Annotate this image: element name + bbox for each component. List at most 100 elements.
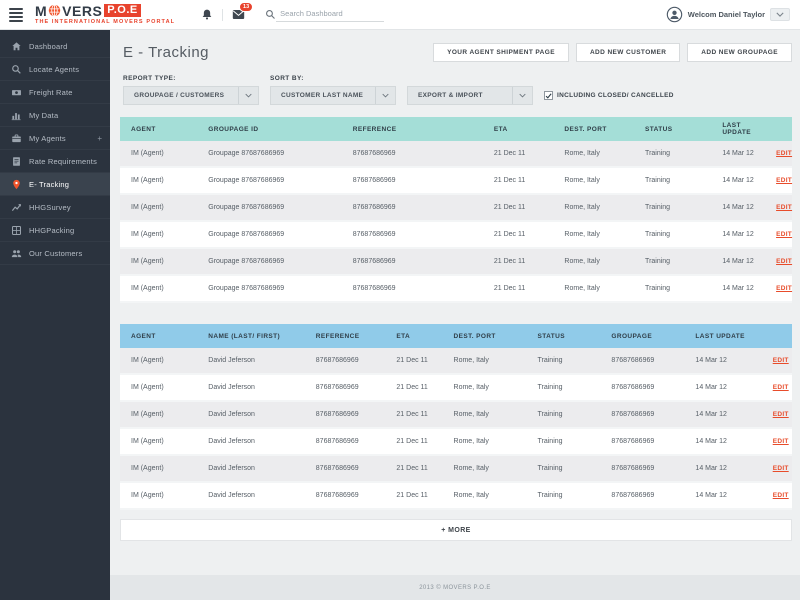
- status-cell: Training: [527, 483, 601, 510]
- edit-link[interactable]: EDIT: [762, 402, 792, 429]
- user-menu-button[interactable]: [770, 8, 790, 21]
- last-update-cell: 14 Mar 12: [711, 276, 765, 303]
- export-import-select[interactable]: EXPORT & IMPORT: [407, 86, 533, 105]
- edit-link[interactable]: EDIT: [765, 276, 792, 303]
- edit-link[interactable]: EDIT: [762, 429, 792, 456]
- sidebar-item-e-tracking[interactable]: E- Tracking: [0, 173, 110, 196]
- groupage-table-row: IM (Agent) Groupage 87687686969 87687686…: [120, 195, 792, 222]
- search-input[interactable]: [276, 7, 384, 22]
- including-closed-checkbox[interactable]: [544, 91, 553, 100]
- document-icon: [11, 156, 22, 167]
- reference-cell: 87687686969: [305, 375, 386, 402]
- edit-link[interactable]: EDIT: [765, 141, 792, 168]
- status-cell: Training: [634, 276, 711, 303]
- agent-cell: IM (Agent): [120, 375, 197, 402]
- last-update-cell: 14 Mar 12: [684, 348, 761, 375]
- search-icon: [265, 9, 276, 20]
- last-update-cell: 14 Mar 12: [711, 249, 765, 276]
- status-cell: Training: [527, 375, 601, 402]
- status-cell: Training: [634, 222, 711, 249]
- reference-cell: 87687686969: [305, 348, 386, 375]
- sidebar-item-hhgpacking[interactable]: HHGPacking: [0, 219, 110, 242]
- status-cell: Training: [634, 141, 711, 168]
- main-area: E - Tracking YOUR AGENT SHIPMENT PAGE AD…: [110, 30, 800, 600]
- last-update-cell: 14 Mar 12: [711, 168, 765, 195]
- edit-link[interactable]: EDIT: [762, 483, 792, 510]
- sidebar-item-my-data[interactable]: My Data: [0, 104, 110, 127]
- agent-cell: IM (Agent): [120, 195, 197, 222]
- status-cell: Training: [527, 456, 601, 483]
- groupage-cell: 87687686969: [600, 429, 684, 456]
- customers-table-row: IM (Agent) David Jeferson 87687686969 21…: [120, 456, 792, 483]
- customers-table-row: IM (Agent) David Jeferson 87687686969 21…: [120, 375, 792, 402]
- customers-header-row: AGENT NAME (LAST/ FIRST) REFERENCE ETA D…: [120, 324, 792, 348]
- line-chart-icon: [11, 202, 22, 213]
- customers-table-row: IM (Agent) David Jeferson 87687686969 21…: [120, 402, 792, 429]
- groupage-cell: 87687686969: [600, 348, 684, 375]
- messages-count-badge: 13: [239, 2, 253, 12]
- reference-cell: 87687686969: [342, 168, 483, 195]
- name-cell: David Jeferson: [197, 483, 305, 510]
- sidebar-item-hhgsurvey[interactable]: HHGSurvey: [0, 196, 110, 219]
- eta-cell: 21 Dec 11: [385, 429, 442, 456]
- agent-cell: IM (Agent): [120, 222, 197, 249]
- load-more-button[interactable]: + MORE: [120, 519, 792, 541]
- chevron-down-icon: [512, 87, 532, 104]
- sort-by-select[interactable]: CUSTOMER LAST NAME: [270, 86, 396, 105]
- top-bar: M VERS P.O.E THE INTERNATIONAL MOVERS PO…: [0, 0, 800, 30]
- report-type-label: REPORT TYPE:: [123, 75, 259, 82]
- eta-cell: 21 Dec 11: [483, 168, 554, 195]
- your-agent-shipment-page-button[interactable]: YOUR AGENT SHIPMENT PAGE: [433, 43, 569, 62]
- groupage-id-cell: Groupage 87687686969: [197, 168, 341, 195]
- edit-link[interactable]: EDIT: [765, 249, 792, 276]
- search-icon: [11, 64, 22, 75]
- groupage-table-row: IM (Agent) Groupage 87687686969 87687686…: [120, 249, 792, 276]
- messages-button[interactable]: 13: [226, 7, 251, 22]
- eta-cell: 21 Dec 11: [385, 483, 442, 510]
- last-update-cell: 14 Mar 12: [684, 375, 761, 402]
- add-new-groupage-button[interactable]: ADD NEW GROUPAGE: [687, 43, 792, 62]
- home-icon: [11, 41, 22, 52]
- sidebar-item-my-agents[interactable]: My Agents +: [0, 127, 110, 150]
- eta-cell: 21 Dec 11: [385, 375, 442, 402]
- sidebar-item-dashboard[interactable]: Dashboard: [0, 35, 110, 58]
- chevron-down-icon: [375, 87, 395, 104]
- customers-table: AGENT NAME (LAST/ FIRST) REFERENCE ETA D…: [120, 324, 792, 510]
- groupage-table: AGENT GROUPAGE ID REFERENCE ETA DEST. PO…: [120, 117, 792, 303]
- reference-cell: 87687686969: [305, 456, 386, 483]
- dest-port-cell: Rome, Italy: [553, 249, 634, 276]
- sidebar-item-rate-requirements[interactable]: Rate Requirements: [0, 150, 110, 173]
- dest-port-cell: Rome, Italy: [443, 429, 527, 456]
- agent-cell: IM (Agent): [120, 249, 197, 276]
- status-cell: Training: [634, 195, 711, 222]
- sidebar-item-freight-rate[interactable]: Freight Rate: [0, 81, 110, 104]
- last-update-cell: 14 Mar 12: [711, 222, 765, 249]
- agent-cell: IM (Agent): [120, 429, 197, 456]
- agent-cell: IM (Agent): [120, 348, 197, 375]
- edit-link[interactable]: EDIT: [762, 456, 792, 483]
- logo-poe-badge: P.O.E: [104, 4, 140, 17]
- edit-link[interactable]: EDIT: [762, 348, 792, 375]
- status-cell: Training: [634, 249, 711, 276]
- groupage-table-row: IM (Agent) Groupage 87687686969 87687686…: [120, 168, 792, 195]
- edit-link[interactable]: EDIT: [765, 168, 792, 195]
- sidebar-item-our-customers[interactable]: Our Customers: [0, 242, 110, 265]
- page-title: E - Tracking: [123, 44, 209, 61]
- check-icon: [545, 92, 552, 100]
- hamburger-menu-icon[interactable]: [9, 6, 23, 24]
- edit-link[interactable]: EDIT: [765, 222, 792, 249]
- app-window: M VERS P.O.E THE INTERNATIONAL MOVERS PO…: [0, 0, 800, 600]
- logo-globe-icon: [48, 4, 61, 17]
- notifications-bell-button[interactable]: [195, 6, 219, 23]
- including-closed-label: INCLUDING CLOSED/ CANCELLED: [557, 92, 674, 99]
- logo: M VERS P.O.E THE INTERNATIONAL MOVERS PO…: [35, 4, 175, 26]
- add-new-customer-button[interactable]: ADD NEW CUSTOMER: [576, 43, 680, 62]
- reference-cell: 87687686969: [305, 483, 386, 510]
- logo-tagline: THE INTERNATIONAL MOVERS PORTAL: [35, 20, 175, 26]
- groupage-cell: 87687686969: [600, 402, 684, 429]
- report-type-select[interactable]: GROUPAGE / CUSTOMERS: [123, 86, 259, 105]
- edit-link[interactable]: EDIT: [762, 375, 792, 402]
- edit-link[interactable]: EDIT: [765, 195, 792, 222]
- expand-plus-icon[interactable]: +: [97, 134, 102, 143]
- sidebar-item-locate-agents[interactable]: Locate Agents: [0, 58, 110, 81]
